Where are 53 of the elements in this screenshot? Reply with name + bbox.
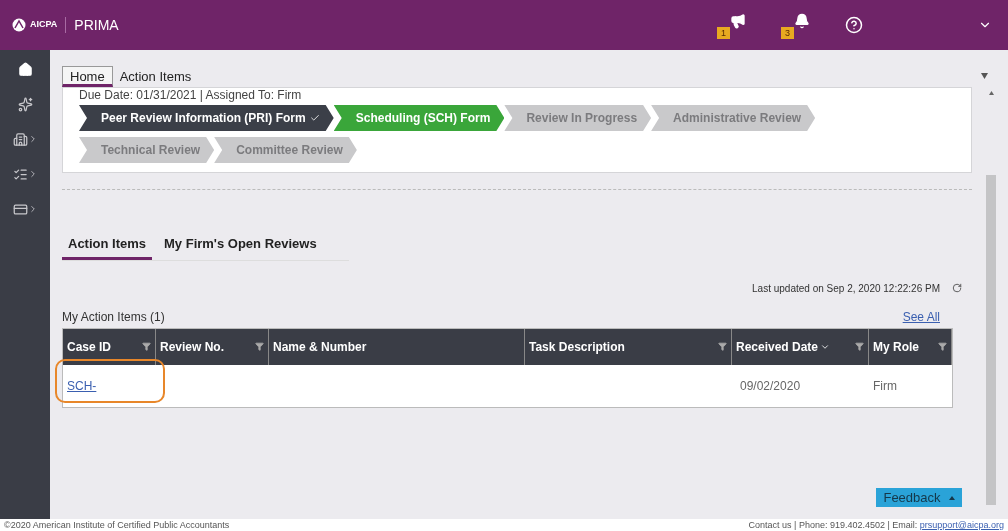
table-title: My Action Items (1) — [62, 308, 165, 326]
tab[interactable]: Action Items — [62, 234, 152, 260]
breadcrumb-tab[interactable]: Home — [62, 66, 113, 87]
tab[interactable]: My Firm's Open Reviews — [158, 234, 323, 260]
count-badge: 3 — [781, 27, 794, 39]
progress-step: Administrative Review — [651, 105, 816, 131]
email-link[interactable]: prsupport@aicpa.org — [919, 520, 1004, 530]
breadcrumb-tab[interactable]: Action Items — [112, 66, 199, 87]
building-icon — [12, 131, 28, 147]
progress-step: Technical Review — [79, 137, 215, 163]
table-cell-text: 09/02/2020 — [739, 377, 802, 395]
copyright-text: ©2020 American Institute of Certified Public Accountants — [4, 519, 230, 531]
column-header[interactable]: Review No. — [156, 328, 269, 365]
caret-up-icon — [948, 495, 955, 500]
notification-button[interactable]: 1 — [717, 11, 747, 39]
check-icon — [309, 113, 320, 123]
brand-name: AICPA — [30, 18, 58, 32]
table-cell-text: Firm — [872, 377, 898, 395]
help-icon[interactable] — [845, 16, 863, 34]
filter-icon[interactable] — [855, 342, 864, 351]
megaphone-icon — [730, 13, 746, 29]
filter-icon[interactable] — [938, 342, 947, 351]
case-id-link[interactable]: SCH- — [67, 376, 97, 395]
progress-step: Review In Progress — [504, 105, 652, 131]
column-header[interactable]: Received Date — [732, 328, 869, 365]
product-name: PRIMA — [74, 15, 119, 35]
home-icon — [17, 61, 33, 77]
column-header[interactable]: My Role — [869, 328, 952, 365]
list-icon — [12, 166, 28, 182]
progress-step: Scheduling (SCH) Form — [333, 105, 505, 131]
filter-icon[interactable] — [718, 342, 727, 351]
see-all-link[interactable]: See All — [902, 307, 940, 326]
progress-step: Committee Review — [214, 137, 357, 163]
column-header[interactable]: Case ID — [63, 328, 156, 365]
contact-text: Contact us | Phone: 919.402.4502 | Email: — [748, 520, 919, 530]
progress-step: Peer Review Information (PRI) Form — [79, 105, 334, 131]
filter-icon[interactable] — [142, 342, 151, 351]
scroll-up-icon[interactable] — [988, 91, 994, 95]
filter-icon[interactable] — [255, 342, 264, 351]
feedback-button[interactable]: Feedback — [876, 488, 962, 507]
column-header[interactable]: Task Description — [525, 328, 732, 365]
dropdown-arrow-icon[interactable] — [981, 73, 988, 79]
scrollbar-thumb[interactable] — [986, 175, 996, 505]
bell-icon — [794, 13, 810, 29]
spark-icon — [17, 96, 33, 112]
logo-icon — [12, 18, 26, 32]
column-header[interactable]: Name & Number — [269, 328, 525, 365]
card-icon — [12, 201, 28, 217]
refresh-icon[interactable] — [952, 283, 962, 293]
last-updated-text: Last updated on Sep 2, 2020 12:22:26 PM — [752, 281, 940, 296]
count-badge: 1 — [717, 27, 730, 39]
case-details: Due Date: 01/31/2021 | Assigned To: Firm — [79, 88, 303, 102]
notification-button[interactable]: 3 — [781, 11, 811, 39]
